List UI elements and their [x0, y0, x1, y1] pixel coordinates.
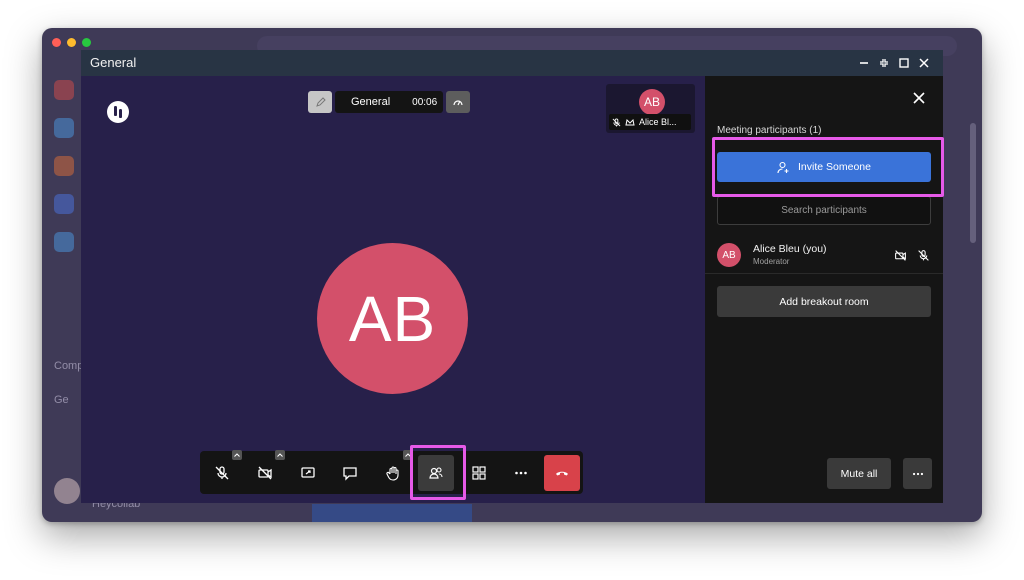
moderator-crown-icon: [625, 118, 635, 127]
maximize-icon[interactable]: [895, 54, 913, 72]
invite-someone-button[interactable]: Invite Someone: [717, 152, 931, 182]
background-label: Comp: [54, 360, 84, 372]
room-name: General: [335, 91, 407, 113]
background-app-icon: [54, 80, 74, 100]
participants-button[interactable]: [418, 455, 454, 491]
background-label: Ge: [54, 394, 69, 406]
meeting-info-bar: General 00:06: [308, 91, 471, 113]
pencil-icon: [315, 96, 326, 108]
self-view-name: Alice Bl...: [639, 117, 677, 127]
more-options-button[interactable]: [503, 455, 539, 491]
exit-fullscreen-icon[interactable]: [875, 54, 893, 72]
connection-quality-button[interactable]: [446, 91, 471, 113]
tile-view-button[interactable]: [461, 455, 497, 491]
gauge-icon: [452, 96, 464, 108]
self-view-label: Alice Bl...: [609, 114, 691, 130]
window-zoom-dot[interactable]: [82, 38, 91, 47]
tile-view-icon: [471, 465, 487, 481]
mic-off-icon: [916, 248, 930, 262]
camera-off-icon: [257, 465, 273, 481]
video-stage: General 00:06 AB Alice Bl... AB: [81, 76, 705, 503]
meeting-toolbar: [200, 450, 583, 494]
minimize-icon[interactable]: [855, 54, 873, 72]
participant-role: Moderator: [753, 257, 790, 266]
close-icon[interactable]: [915, 54, 933, 72]
window-title: General: [90, 55, 137, 70]
main-participant-avatar: AB: [317, 243, 468, 394]
hang-up-icon: [554, 465, 570, 481]
participants-heading: Meeting participants (1): [717, 125, 822, 136]
chat-button[interactable]: [332, 455, 368, 491]
background-scrollbar[interactable]: [970, 123, 976, 243]
participant-avatar: AB: [717, 243, 741, 267]
meeting-timer: 00:06: [406, 91, 444, 113]
chat-icon: [342, 465, 358, 481]
raise-hand-button[interactable]: [375, 455, 411, 491]
meeting-titlebar: General: [81, 50, 943, 76]
background-app-icon: [54, 232, 74, 252]
camera-off-icon: [893, 248, 907, 262]
panel-more-button[interactable]: [903, 458, 932, 489]
raise-hand-icon: [385, 465, 401, 481]
edit-name-button[interactable]: [308, 91, 332, 113]
self-view-tile[interactable]: AB Alice Bl...: [606, 84, 695, 133]
toggle-mic-button[interactable]: [204, 455, 240, 491]
background-app-icon: [54, 118, 74, 138]
add-user-icon: [777, 161, 790, 174]
participants-icon: [428, 465, 444, 481]
camera-options-caret[interactable]: [275, 450, 285, 460]
participant-list-item[interactable]: AB Alice Bleu (you) Moderator: [705, 236, 943, 274]
meeting-window: General General 00:06 AB Alice Bl... AB …: [81, 50, 943, 503]
background-app-icon: [54, 194, 74, 214]
participants-panel: Meeting participants (1) Invite Someone …: [705, 76, 943, 503]
self-view-avatar: AB: [639, 89, 665, 115]
background-bar: [312, 504, 472, 522]
background-user-avatar: [54, 478, 80, 504]
search-participants-input[interactable]: [717, 196, 931, 225]
window-minimize-dot[interactable]: [67, 38, 76, 47]
mic-off-icon: [612, 117, 621, 127]
add-breakout-room-button[interactable]: Add breakout room: [717, 286, 931, 317]
invite-someone-label: Invite Someone: [798, 161, 871, 173]
share-screen-button[interactable]: [290, 455, 326, 491]
hang-up-button[interactable]: [544, 455, 580, 491]
toggle-camera-button[interactable]: [247, 455, 283, 491]
mute-all-button[interactable]: Mute all: [827, 458, 891, 489]
window-close-dot[interactable]: [52, 38, 61, 47]
mic-off-icon: [214, 465, 230, 481]
close-panel-icon[interactable]: [910, 89, 928, 107]
background-app-icon: [54, 156, 74, 176]
share-screen-icon: [300, 465, 316, 481]
mic-options-caret[interactable]: [232, 450, 242, 460]
participant-name: Alice Bleu (you): [753, 243, 827, 255]
more-icon: [513, 465, 529, 481]
reactions-caret[interactable]: [403, 450, 413, 460]
more-icon: [911, 467, 925, 481]
app-logo-icon: [106, 100, 130, 124]
